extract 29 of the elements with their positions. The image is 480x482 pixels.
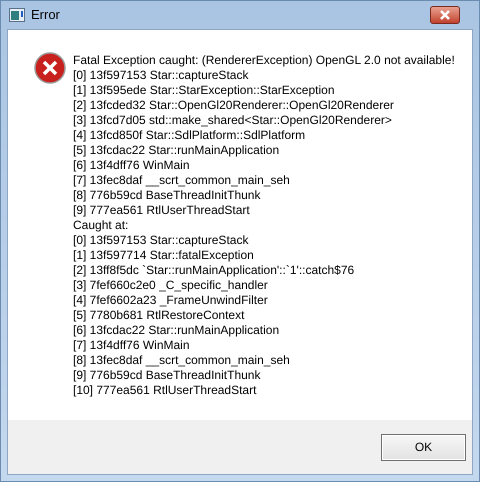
message-line: [1] 13f597714 Star::fatalException <box>73 248 255 263</box>
message-line: [5] 13fcdac22 Star::runMainApplication <box>73 143 280 158</box>
message-line: [3] 7fef660c2e0 _C_specific_handler <box>73 278 269 293</box>
message-line: [7] 13f4dff76 WinMain <box>73 338 191 353</box>
app-icon <box>9 8 25 22</box>
message-line: Fatal Exception caught: (RendererException) OpenGL 2.0 not available! <box>73 53 455 68</box>
message-line: [10] 777ea561 RtlUserThreadStart <box>73 383 258 398</box>
message-line: [8] 776b59cd BaseThreadInitThunk <box>73 188 262 203</box>
message-line: [0] 13f597153 Star::captureStack <box>73 68 250 83</box>
ok-button[interactable]: OK <box>381 434 466 460</box>
error-icon <box>34 52 66 84</box>
message-line: [3] 13fcd7d05 std::make_shared<Star::OpenGl20Renderer> <box>73 113 393 128</box>
message-line: Caught at: <box>73 218 130 233</box>
window-title: Error <box>31 6 60 24</box>
message-line: [6] 13f4dff76 WinMain <box>73 158 191 173</box>
close-button[interactable] <box>430 6 460 24</box>
message-line: [2] 13ff8f5dc `Star::runMainApplication'::`1'::catch$76 <box>73 263 356 278</box>
message-line: [4] 7fef6602a23 _FrameUnwindFilter <box>73 293 269 308</box>
message-line: [9] 776b59cd BaseThreadInitThunk <box>73 368 262 383</box>
message-line: [5] 7780b681 RtlRestoreContext <box>73 308 246 323</box>
message-line: [2] 13fcded32 Star::OpenGl20Renderer::OpenGl20Renderer <box>73 98 395 113</box>
message-line: [7] 13fec8daf __scrt_common_main_seh <box>73 173 291 188</box>
message-line: [6] 13fcdac22 Star::runMainApplication <box>73 323 280 338</box>
message-line: [1] 13f595ede Star::StarException::StarException <box>73 83 336 98</box>
message-line: [8] 13fec8daf __scrt_common_main_seh <box>73 353 291 368</box>
message-line: [0] 13f597153 Star::captureStack <box>73 233 250 248</box>
close-icon <box>439 10 451 20</box>
message-line: [4] 13fcd850f Star::SdlPlatform::SdlPlatform <box>73 128 306 143</box>
message-line: [9] 777ea561 RtlUserThreadStart <box>73 203 251 218</box>
